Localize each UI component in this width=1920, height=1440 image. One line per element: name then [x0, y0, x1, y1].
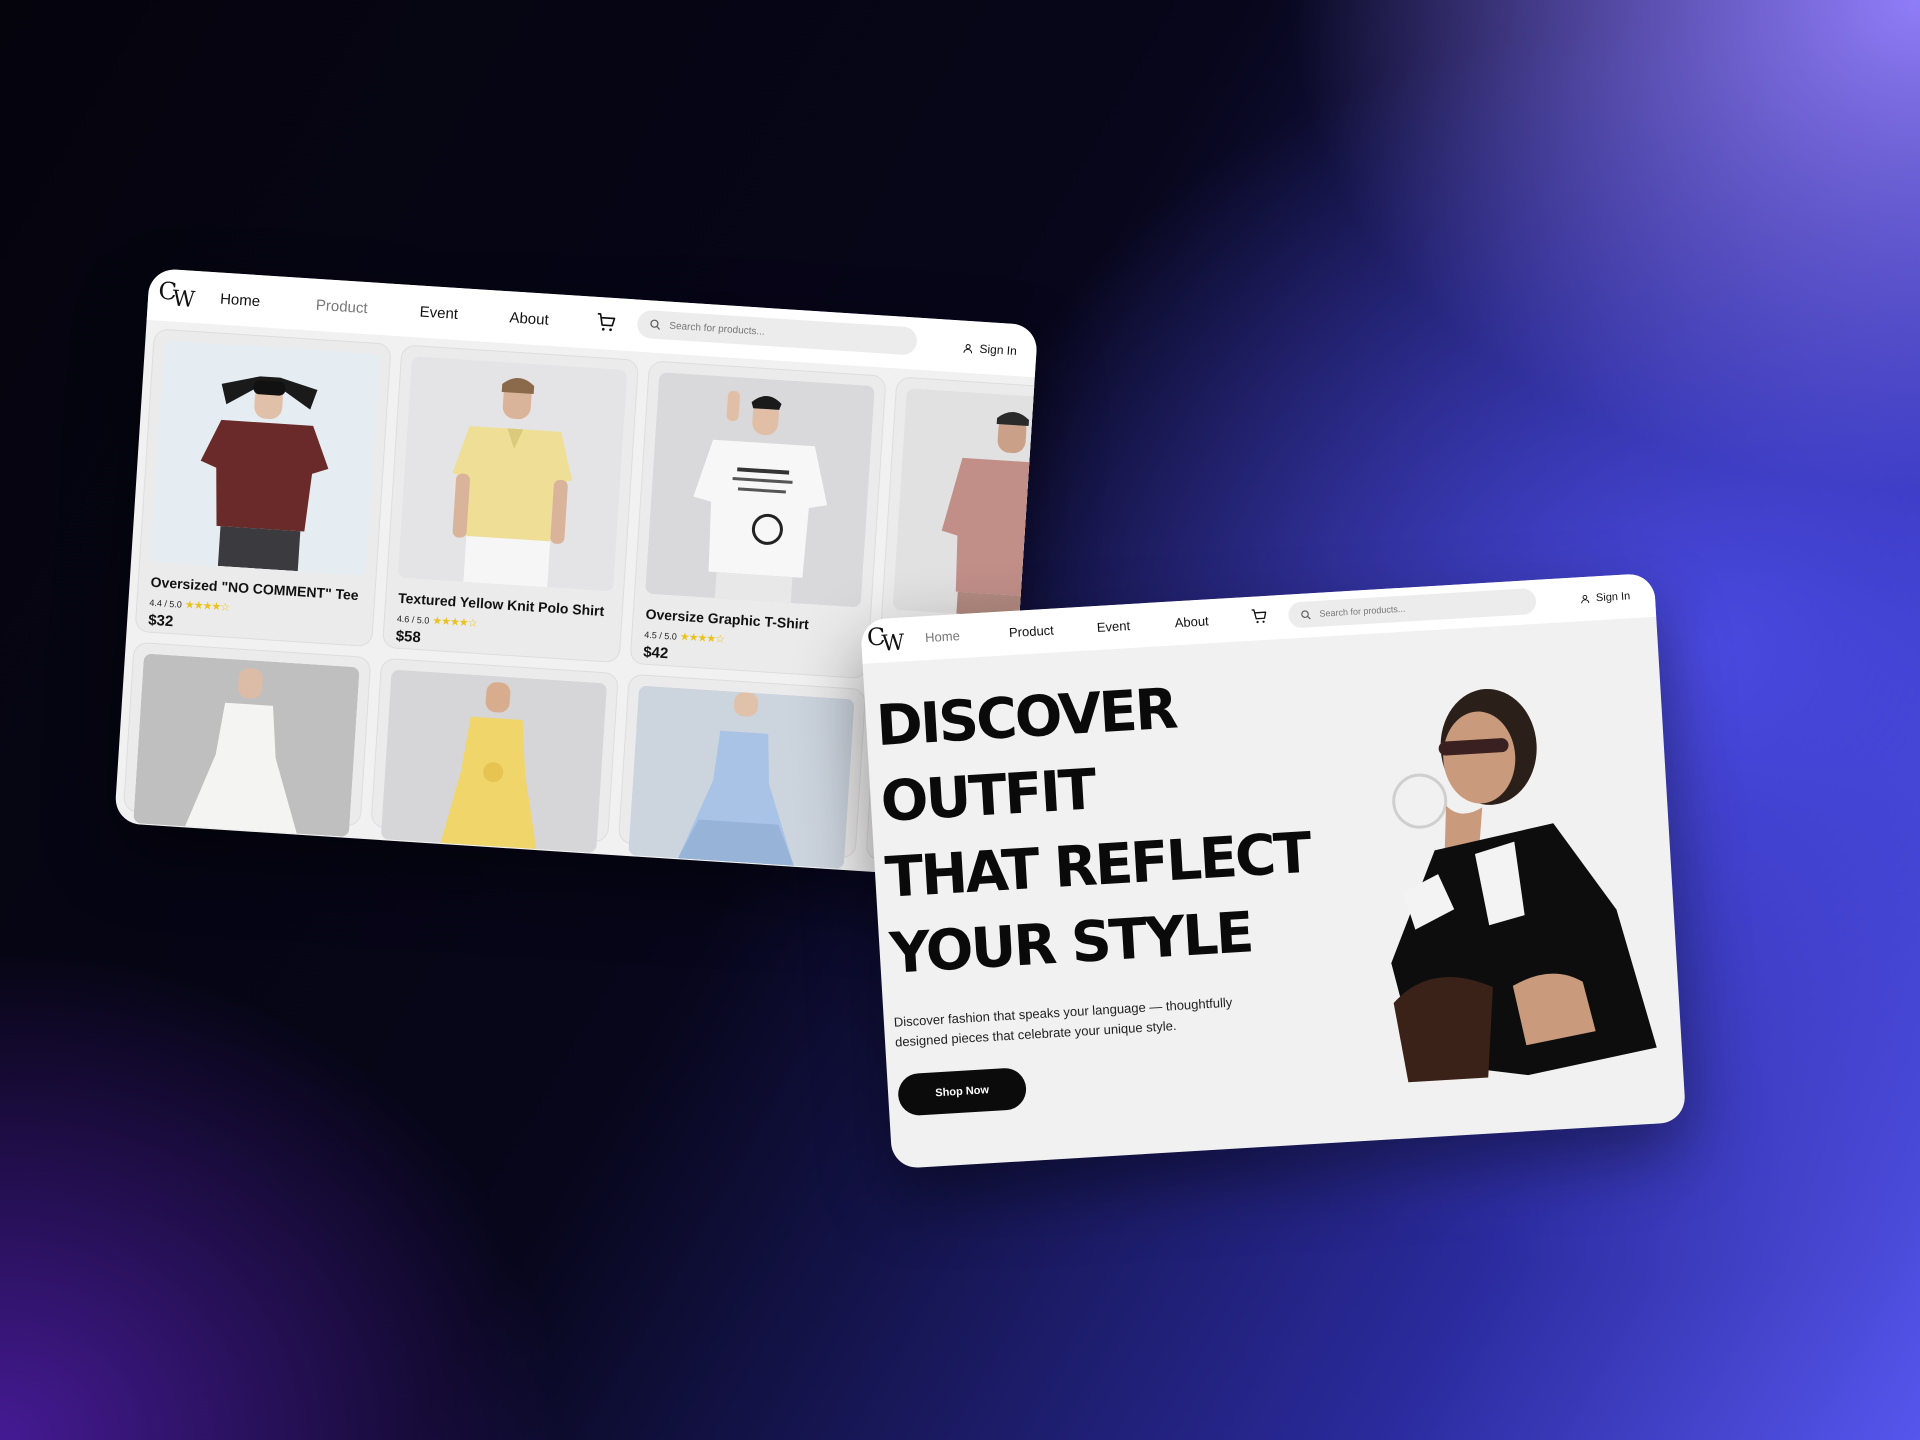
- product-image: [645, 372, 875, 608]
- nav-home[interactable]: Home: [220, 291, 261, 311]
- product-price: $58: [395, 627, 422, 647]
- nav-about[interactable]: About: [509, 309, 549, 328]
- search-icon: [650, 319, 661, 330]
- product-image: [133, 653, 360, 838]
- nav-about[interactable]: About: [1174, 613, 1209, 630]
- star-icon: ★★★★☆: [679, 630, 725, 646]
- nav-event[interactable]: Event: [1096, 618, 1130, 635]
- nav-event[interactable]: Event: [419, 304, 458, 323]
- star-icon: ★★★★☆: [431, 614, 477, 630]
- hero-model-image: [1391, 688, 1657, 1083]
- signin-label: Sign In: [979, 341, 1018, 359]
- hero-heading: DISCOVER OUTFIT THAT REFLECT YOUR STYLE: [874, 676, 1312, 987]
- product-image: [892, 388, 1039, 624]
- product-card[interactable]: [122, 641, 372, 838]
- product-title: Oversize Graphic T-Shirt: [645, 605, 810, 633]
- user-icon: [963, 343, 973, 353]
- product-price: $32: [147, 611, 174, 631]
- brand-logo[interactable]: CW: [158, 277, 193, 313]
- brand-logo[interactable]: CW: [866, 622, 901, 657]
- product-card[interactable]: Oversize Graphic T-Shirt 4.5 / 5.0 ★★★★☆…: [629, 360, 887, 680]
- product-rating: 4.6 / 5.0 ★★★★☆: [396, 613, 477, 630]
- product-rating: 4.4 / 5.0 ★★★★☆: [149, 597, 230, 614]
- nav-product[interactable]: Product: [1009, 623, 1055, 641]
- product-card[interactable]: [617, 673, 867, 870]
- product-image: [397, 356, 628, 592]
- hero-subtitle: Discover fashion that speaks your langua…: [893, 994, 1233, 1050]
- signin-button[interactable]: Sign In: [962, 341, 1017, 358]
- search-bar[interactable]: [1287, 587, 1537, 629]
- cart-icon[interactable]: [1250, 607, 1269, 626]
- product-card[interactable]: Textured Yellow Knit Polo Shirt 4.6 / 5.…: [381, 344, 640, 664]
- search-input[interactable]: [666, 319, 892, 347]
- product-card[interactable]: Oversized "NO COMMENT" Tee 4.4 / 5.0 ★★★…: [134, 328, 392, 648]
- user-icon: [1581, 594, 1590, 604]
- nav-home[interactable]: Home: [925, 628, 961, 645]
- product-image: [628, 685, 855, 870]
- signin-label: Sign In: [1595, 590, 1631, 605]
- signin-button[interactable]: Sign In: [1580, 590, 1631, 605]
- product-rating: 4.5 / 5.0 ★★★★☆: [644, 629, 725, 646]
- product-image: [150, 340, 380, 576]
- hero-window: CW Home Product Event About Sign In DISC…: [860, 572, 1687, 1170]
- product-price: $42: [642, 643, 669, 663]
- product-card[interactable]: [370, 657, 619, 854]
- nav-product[interactable]: Product: [315, 297, 368, 317]
- cart-icon[interactable]: [595, 311, 618, 334]
- search-bar[interactable]: [636, 309, 918, 356]
- shop-now-button[interactable]: Shop Now: [897, 1067, 1028, 1117]
- star-icon: ★★★★☆: [184, 598, 230, 614]
- search-icon: [1301, 609, 1311, 619]
- search-input[interactable]: [1317, 594, 1537, 620]
- product-image: [380, 669, 608, 854]
